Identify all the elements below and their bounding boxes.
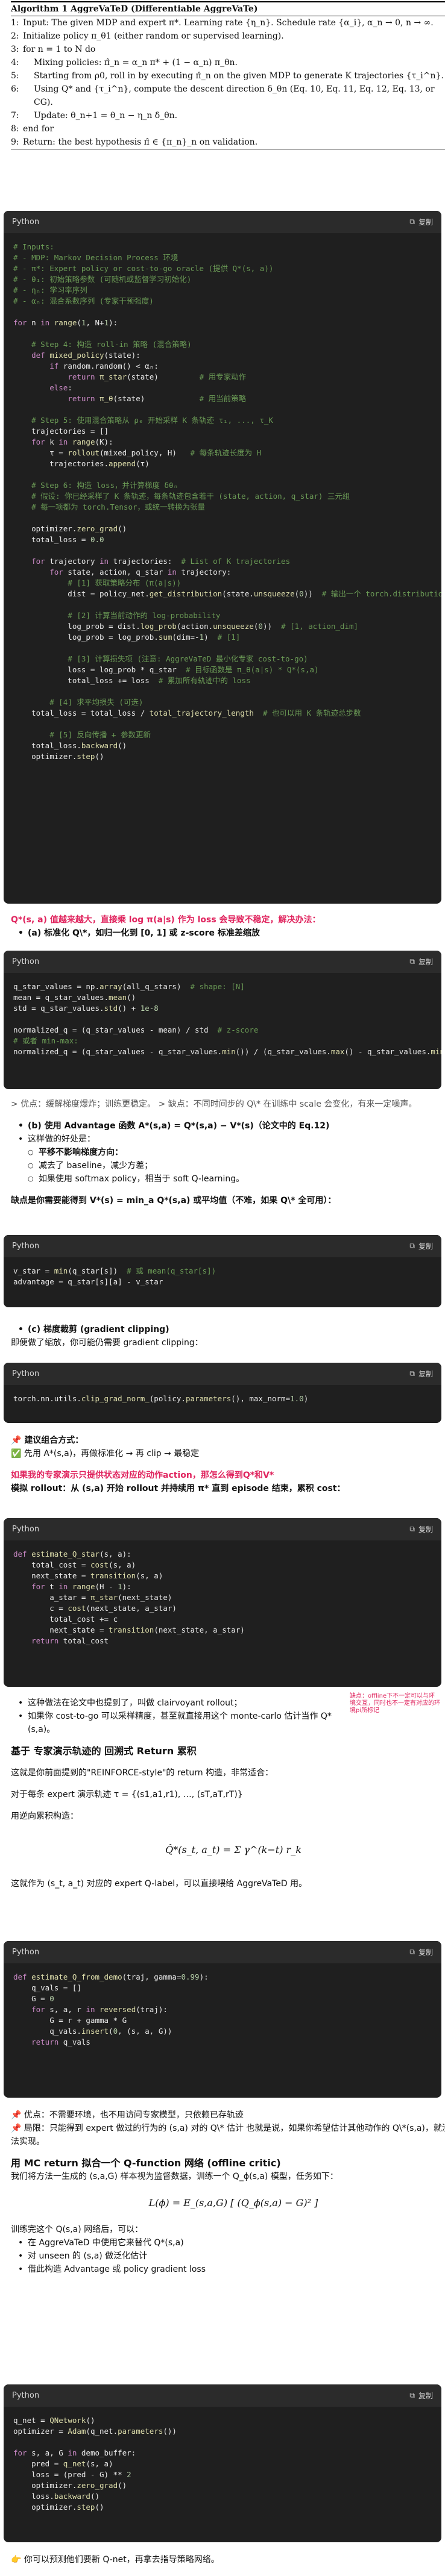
code-content: q_net = QNetwork() optimizer = Adam(q_ne…: [13, 2416, 177, 2512]
algo-line: Return: the best hypothesis π̂ ∈ {π_n}_n…: [23, 137, 258, 147]
copy-button[interactable]: ⧉ 复制: [409, 1369, 433, 1379]
algo-line: Mixing policies: π̂_n = α_n π* + (1 − α_…: [34, 58, 238, 67]
algo-line: Update: θ_n+1 = θ_n − η_n δ_θn.: [34, 111, 178, 120]
mc-desc: 这就是你前面提到的"REINFORCE-style"的 return 构造，非常…: [11, 1768, 274, 1778]
code-content: v_star = min(q_star[s]) # 或 mean(q_star[…: [13, 1266, 216, 1286]
code-language-label: Python: [12, 1242, 40, 1251]
mc-formula: Q̂*(s_t, a_t) = Σ γ^(k−t) r_k: [165, 1844, 301, 1855]
advice-title: 建议组合方式：: [24, 1436, 84, 1445]
mc-pros: 优点：不需要环境，也不用访问专家模型，只依赖已存轨迹: [24, 2110, 244, 2120]
section-heading: Q*(s, a) 值越来越大，直接乘 log π(a|s) 作为 loss 会导…: [11, 915, 321, 925]
copy-button[interactable]: ⧉ 复制: [409, 1524, 433, 1534]
algorithm-box: Algorithm 1 AggreVaTeD (Differentiable A…: [0, 0, 445, 149]
sub-bullet-item: 平移不影响梯度方向：: [11, 1146, 445, 1159]
option-a-title: (a) 标准化 Q\*，如归一化到 [0, 1] 或 z-score 标准差缩放: [11, 927, 445, 940]
copy-icon: ⧉: [409, 1369, 415, 1378]
point-right-icon: 👉: [11, 2555, 22, 2565]
copy-button[interactable]: ⧉ 复制: [409, 1947, 433, 1957]
code-block-qnet: Python ⧉ 复制 q_net = QNetwork() optimizer …: [4, 2384, 441, 2542]
pin-icon: 📌: [11, 2110, 22, 2120]
copy-button[interactable]: ⧉ 复制: [409, 957, 433, 967]
algo-line: end for: [23, 124, 54, 134]
code-language-label: Python: [12, 217, 40, 227]
copy-button[interactable]: ⧉ 复制: [409, 217, 433, 227]
code-block-normalize: Python ⧉ 复制 q_star_values = np.array(all_…: [4, 951, 441, 1089]
bullet-item: 借此构造 Advantage 或 policy gradient loss: [11, 2263, 445, 2276]
question-heading: 如果我的专家演示只提供状态对应的动作action，那怎么得到Q*和V*: [11, 1471, 274, 1480]
advice-text: 先用 A*(s,a)，再做标准化 → 再 clip → 最稳定: [24, 1449, 200, 1458]
fit-footer: 你可以预测他们要新 Q-net，再拿去指导策略网络。: [24, 2555, 219, 2565]
mc-desc2: 对于每条 expert 演示轨迹 τ = {(s1,a1,r1), …, (sT…: [11, 1790, 243, 1799]
bullet-item: 对 unseen 的 (s,a) 做泛化估计: [11, 2249, 445, 2263]
mc-desc3: 用逆向累积构造：: [11, 1812, 78, 1821]
sub-bullet-item: 减去了 baseline，减少方差；: [11, 1159, 445, 1172]
fit-desc: 我们将方法一生成的 (s,a,G) 样本视为监督数据，训练一个 Q_ϕ(s,a)…: [11, 2172, 338, 2181]
copy-icon: ⧉: [409, 217, 415, 226]
copy-icon: ⧉: [409, 957, 415, 966]
algo-line: for n = 1 to N do: [23, 45, 96, 54]
code-block-clip: Python ⧉ 复制 torch.nn.utils.clip_grad_norm…: [4, 1363, 441, 1423]
pros-cons-a: > 优点：缓解梯度爆炸；训练更稳定。 > 缺点：不同时间步的 Q\* 在训练中 …: [11, 1099, 417, 1109]
copy-button[interactable]: ⧉ 复制: [409, 2390, 433, 2401]
mc-desc4: 这就作为 (s_t, a_t) 对应的 expert Q-label，可以直接喂…: [11, 1879, 308, 1889]
option-b-title: (b) 使用 Advantage 函数 A*(s,a) = Q*(s,a) − …: [11, 1119, 445, 1133]
code-content: def estimate_Q_from_demo(traj, gamma=0.9…: [13, 1972, 209, 2046]
bullet-item: 这种做法在论文中也提到了，叫做 clairvoyant rollout；: [11, 1696, 341, 1710]
code-language-label: Python: [12, 957, 40, 966]
algorithm-title: Algorithm 1 AggreVaTeD (Differentiable A…: [11, 4, 258, 14]
algo-line: Input: The given MDP and expert π*. Lear…: [23, 18, 434, 28]
bullet-item: 在 AggreVaTeD 中使用它来替代 Q*(s,a): [11, 2236, 445, 2249]
code-block-rollout: Python ⧉ 复制 # Inputs: # - MDP: Markov Dec…: [4, 211, 441, 904]
bullet-item: 这样做的好处是：: [11, 1133, 445, 1146]
copy-icon: ⧉: [409, 1242, 415, 1250]
fit-formula: L(ϕ) = E_(s,a,G) [ (Q_ϕ(s,a) − G)² ]: [148, 2197, 318, 2209]
code-block-estimate-q: Python ⧉ 复制 def estimate_Q_star(s, a): to…: [4, 1518, 441, 1687]
code-language-label: Python: [12, 1369, 40, 1378]
copy-icon: ⧉: [409, 2391, 415, 2399]
side-note: 缺点：offline下不一定可以与环境交互，同时也不一定有对应的环境pi所标记: [350, 1693, 440, 1714]
defect-text: 缺点是你需要能得到 V*(s) = min_a Q*(s,a) 或平均值（不难，…: [11, 1196, 336, 1205]
code-block-demo-q: Python ⧉ 复制 def estimate_Q_from_demo(traj…: [4, 1941, 441, 2098]
fit-desc2: 训练完这个 Q(s,a) 网络后，可以：: [11, 2225, 144, 2234]
algo-line: Using Q* and {τ_i^n}, compute the descen…: [34, 84, 435, 107]
page: Algorithm 1 AggreVaTeD (Differentiable A…: [0, 0, 445, 2576]
code-block-advantage: Python ⧉ 复制 v_star = min(q_star[s]) # 或 m…: [4, 1235, 441, 1307]
fit-heading: 用 MC return 拟合一个 Q-function 网络 (offline …: [11, 2157, 281, 2169]
mc-cons: 局限：只能得到 expert 做过的行为的 (s,a) 对的 Q\* 估计 也就…: [11, 2124, 445, 2146]
pin-icon: 📌: [11, 1436, 22, 1445]
option-c-desc: 即便做了缩放，你可能仍需要 gradient clipping：: [11, 1338, 203, 1348]
code-content: # Inputs: # - MDP: Markov Decision Proce…: [13, 242, 441, 761]
algo-line: Starting from ρ0, roll in by executing π…: [34, 71, 444, 81]
code-language-label: Python: [12, 1948, 40, 1957]
check-icon: ✅: [11, 1449, 22, 1458]
bullet-item: 如果你 cost-to-go 可以采样精度，甚至就直接用这个 monte-car…: [11, 1710, 341, 1736]
code-content: torch.nn.utils.clip_grad_norm_(policy.pa…: [13, 1394, 309, 1403]
copy-icon: ⧉: [409, 1525, 415, 1533]
code-language-label: Python: [12, 2391, 40, 2400]
copy-button[interactable]: ⧉ 复制: [409, 1241, 433, 1251]
pin-icon: 📌: [11, 2124, 22, 2133]
mc-heading: 基于 专家演示轨迹的 回溯式 Return 累积: [11, 1745, 197, 1757]
rollout-desc: 模拟 rollout：从 (s,a) 开始 rollout 并持续用 π* 直到…: [11, 1484, 346, 1493]
option-c-title: (c) 梯度裁剪 (gradient clipping): [11, 1323, 445, 1336]
code-content: def estimate_Q_star(s, a): total_cost = …: [13, 1549, 245, 1645]
sub-bullet-item: 如果使用 softmax policy，相当于 soft Q-learning。: [11, 1172, 445, 1186]
code-content: q_star_values = np.array(all_q_stars) # …: [13, 982, 441, 1056]
algo-line: Initialize policy π_θ1 (either random or…: [23, 31, 284, 41]
code-language-label: Python: [12, 1525, 40, 1534]
copy-icon: ⧉: [409, 1948, 415, 1956]
